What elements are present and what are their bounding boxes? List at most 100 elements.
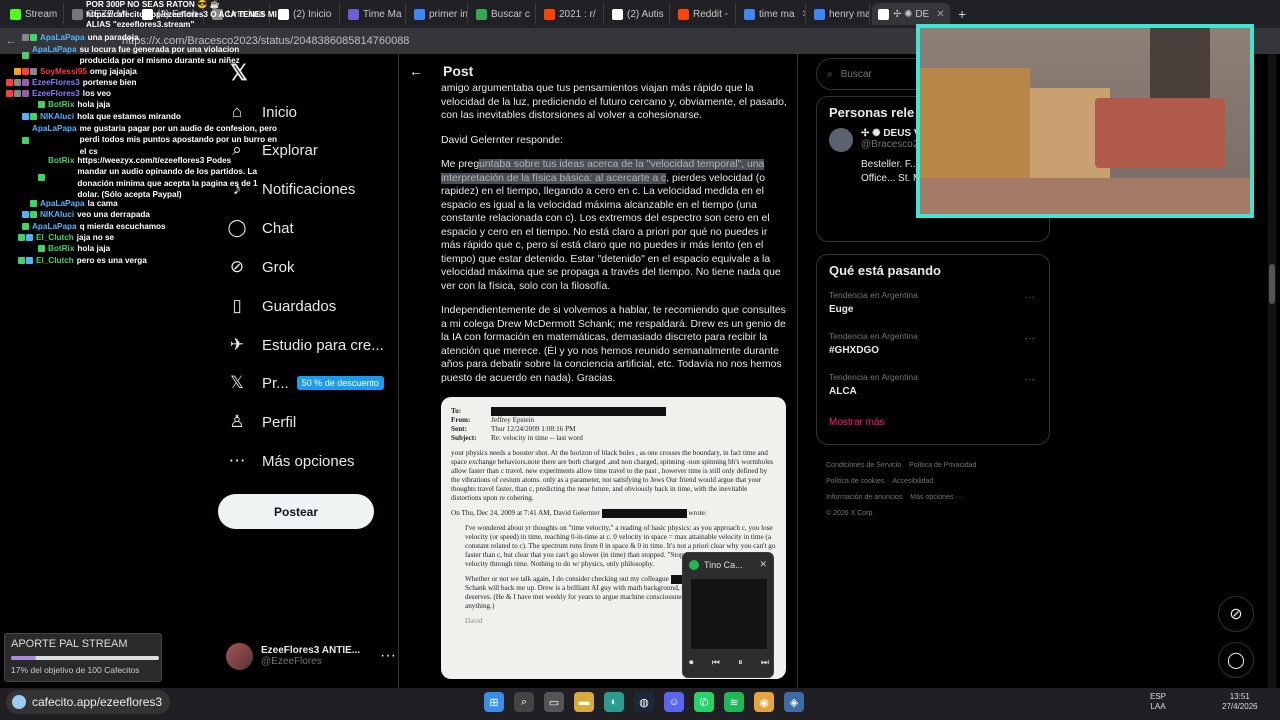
edge-icon[interactable]: ◐ <box>604 692 624 712</box>
site-icon <box>12 695 26 709</box>
chat-badges <box>18 255 33 266</box>
tab-label: ✢ ✺ DE <box>893 8 930 20</box>
badge-icon <box>22 51 29 59</box>
browser-tab[interactable]: (2) Autis ✕ <box>606 3 670 25</box>
trend-item[interactable]: Tendencia en Argentina #GHXDGO ··· <box>817 327 1049 368</box>
sent-value: Thur 12/24/2009 1:08:16 PM <box>491 425 576 434</box>
stream-chat: POR 300P NO SEAS RATON 😎 ☕ https://cafec… <box>0 0 290 270</box>
more-icon[interactable]: ··· <box>1025 374 1035 385</box>
tab-label: 2021 : r/ <box>559 8 596 20</box>
language-indicator[interactable]: ESP LAA <box>1150 692 1166 712</box>
trend-item[interactable]: Tendencia en Argentina ALCA ··· <box>817 368 1049 409</box>
browser-tab[interactable]: time ma ✕ <box>738 3 806 25</box>
profile-name: EzeeFlores3 ANTIE... <box>261 645 361 656</box>
other-icon[interactable]: ◈ <box>784 692 804 712</box>
badge-icon <box>30 211 37 219</box>
badge-icon <box>38 101 45 109</box>
explorer-icon[interactable]: ▬ <box>574 692 594 712</box>
browser-tab[interactable]: primer in✕ <box>408 3 468 25</box>
system-clock[interactable]: 13:51 27/4/2026 <box>1222 692 1258 712</box>
chat-badges <box>22 221 29 232</box>
taskbar-url[interactable]: cafecito.app/ezeeflores3 <box>6 690 170 714</box>
whatsapp-icon[interactable]: ✆ <box>694 692 714 712</box>
subject-label: Subject: <box>451 434 477 443</box>
tab-favicon-icon <box>544 8 555 20</box>
discord-icon[interactable]: ☺ <box>664 692 684 712</box>
previous-icon[interactable]: ⏮ <box>712 657 720 668</box>
more-icon[interactable]: ··· <box>380 647 396 665</box>
chat-text: veo una derrapada <box>77 210 150 219</box>
nav-icon: ✈ <box>229 335 245 354</box>
nav-item-7[interactable]: 𝕏 Pr... 50 % de descuento <box>226 365 384 401</box>
close-tab-icon[interactable]: ✕ <box>338 9 339 20</box>
browser-tab[interactable]: Buscar c✕ <box>470 3 536 25</box>
footer-link[interactable]: Información de anuncios <box>826 494 902 501</box>
steam-icon[interactable]: ◍ <box>634 692 654 712</box>
nav-item-8[interactable]: ♙ Perfil <box>226 404 296 440</box>
footer-link[interactable]: Más opciones ··· <box>910 494 962 501</box>
chat-badges <box>18 232 33 243</box>
close-tab-icon[interactable]: ✕ <box>802 9 805 20</box>
browser-tab[interactable]: Time Ma✕ <box>342 3 406 25</box>
spotify-icon[interactable]: ≋ <box>724 692 744 712</box>
screen: Stream✕CEZE MI✕(2) Esteb✕Una ima✕(2) Ini… <box>0 0 1280 720</box>
from-value: Jeffrey Epstein <box>491 416 535 425</box>
post-text: , pierdes velocidad (o rapidez) en el ti… <box>441 172 781 292</box>
footer-link[interactable]: Condiciones de Servicio <box>826 462 901 469</box>
start-icon[interactable]: ⊞ <box>484 692 504 712</box>
pause-icon[interactable]: ⏸ <box>738 657 743 668</box>
browser-tab[interactable]: Reddit - ✕ <box>672 3 736 25</box>
trend-item[interactable]: Tendencia en Argentina Euge ··· <box>817 286 1049 327</box>
close-icon[interactable]: ✕ <box>759 559 767 570</box>
chat-message: ApaLaPapa q mierda escuchamos <box>22 221 280 232</box>
nav-item-5[interactable]: ▯ Guardados <box>226 288 336 324</box>
badge-icon <box>14 68 21 76</box>
nav-item-9[interactable]: ⋯ Más opciones <box>226 443 355 479</box>
badge-icon <box>30 200 37 208</box>
check-icon[interactable]: ⏺ <box>689 657 694 668</box>
nav-item-6[interactable]: ✈ Estudio para cre... <box>226 327 384 363</box>
chat-badges <box>14 66 37 77</box>
chat-username: ApaLaPapa <box>32 124 77 133</box>
back-arrow-icon[interactable]: ← <box>409 63 423 79</box>
badge-icon <box>6 79 13 87</box>
browser-tab[interactable]: 2021 : r/ ✕ <box>538 3 604 25</box>
browser-tab[interactable]: henry ma✕ <box>808 3 870 25</box>
scrollbar-thumb[interactable] <box>1269 264 1275 304</box>
close-tab-icon[interactable]: ✕ <box>735 9 736 20</box>
email-text: On Thu, Dec 24, 2009 at 7:41 AM, David G… <box>451 509 600 518</box>
badge-icon <box>22 90 29 98</box>
footer-link[interactable]: Política de Privacidad <box>909 462 976 469</box>
account-switcher[interactable]: EzeeFlores3 ANTIE... @EzeeFlores ··· <box>226 639 396 673</box>
footer-link[interactable]: Accesibilidad <box>892 478 933 485</box>
close-tab-icon[interactable]: ✕ <box>603 9 604 20</box>
close-tab-icon[interactable]: ✕ <box>936 9 944 20</box>
tab-favicon-icon <box>814 8 825 20</box>
post-button[interactable]: Postear <box>218 494 374 529</box>
more-icon[interactable]: ··· <box>1025 292 1035 303</box>
chat-badges <box>38 243 45 254</box>
footer-link[interactable]: Política de cookies <box>826 478 884 485</box>
footer-link[interactable]: © 2026 X Corp. <box>826 510 874 517</box>
spotify-icon <box>689 559 699 570</box>
next-icon[interactable]: ⏭ <box>761 657 769 668</box>
spotify-mini-player[interactable]: Tino Ca... ✕ ⏺ ⏮ ⏸ ⏭ <box>682 552 774 678</box>
from-label: From: <box>451 416 471 425</box>
browser-tab[interactable]: ✢ ✺ DE ✕ <box>872 3 950 25</box>
tab-label: (2) Inicio <box>293 8 332 20</box>
nav-label: Más opciones <box>262 452 355 470</box>
search-icon[interactable]: ⌕ <box>514 692 534 712</box>
tab-favicon-icon <box>612 8 623 20</box>
grok-icon[interactable]: ⊘ <box>1218 596 1254 632</box>
webcam-overlay <box>916 24 1254 218</box>
badge-icon <box>26 257 33 265</box>
show-more-link[interactable]: Mostrar más <box>817 409 1049 436</box>
chat-text: hola que estamos mirando <box>77 112 181 121</box>
new-tab-button[interactable]: + <box>952 6 972 22</box>
trend-topic: Euge <box>829 304 854 315</box>
files-icon[interactable]: ▭ <box>544 692 564 712</box>
chrome-icon[interactable]: ◉ <box>754 692 774 712</box>
chat-icon[interactable]: ◯ <box>1218 642 1254 678</box>
scrollbar[interactable] <box>1268 54 1276 688</box>
more-icon[interactable]: ··· <box>1025 333 1035 344</box>
